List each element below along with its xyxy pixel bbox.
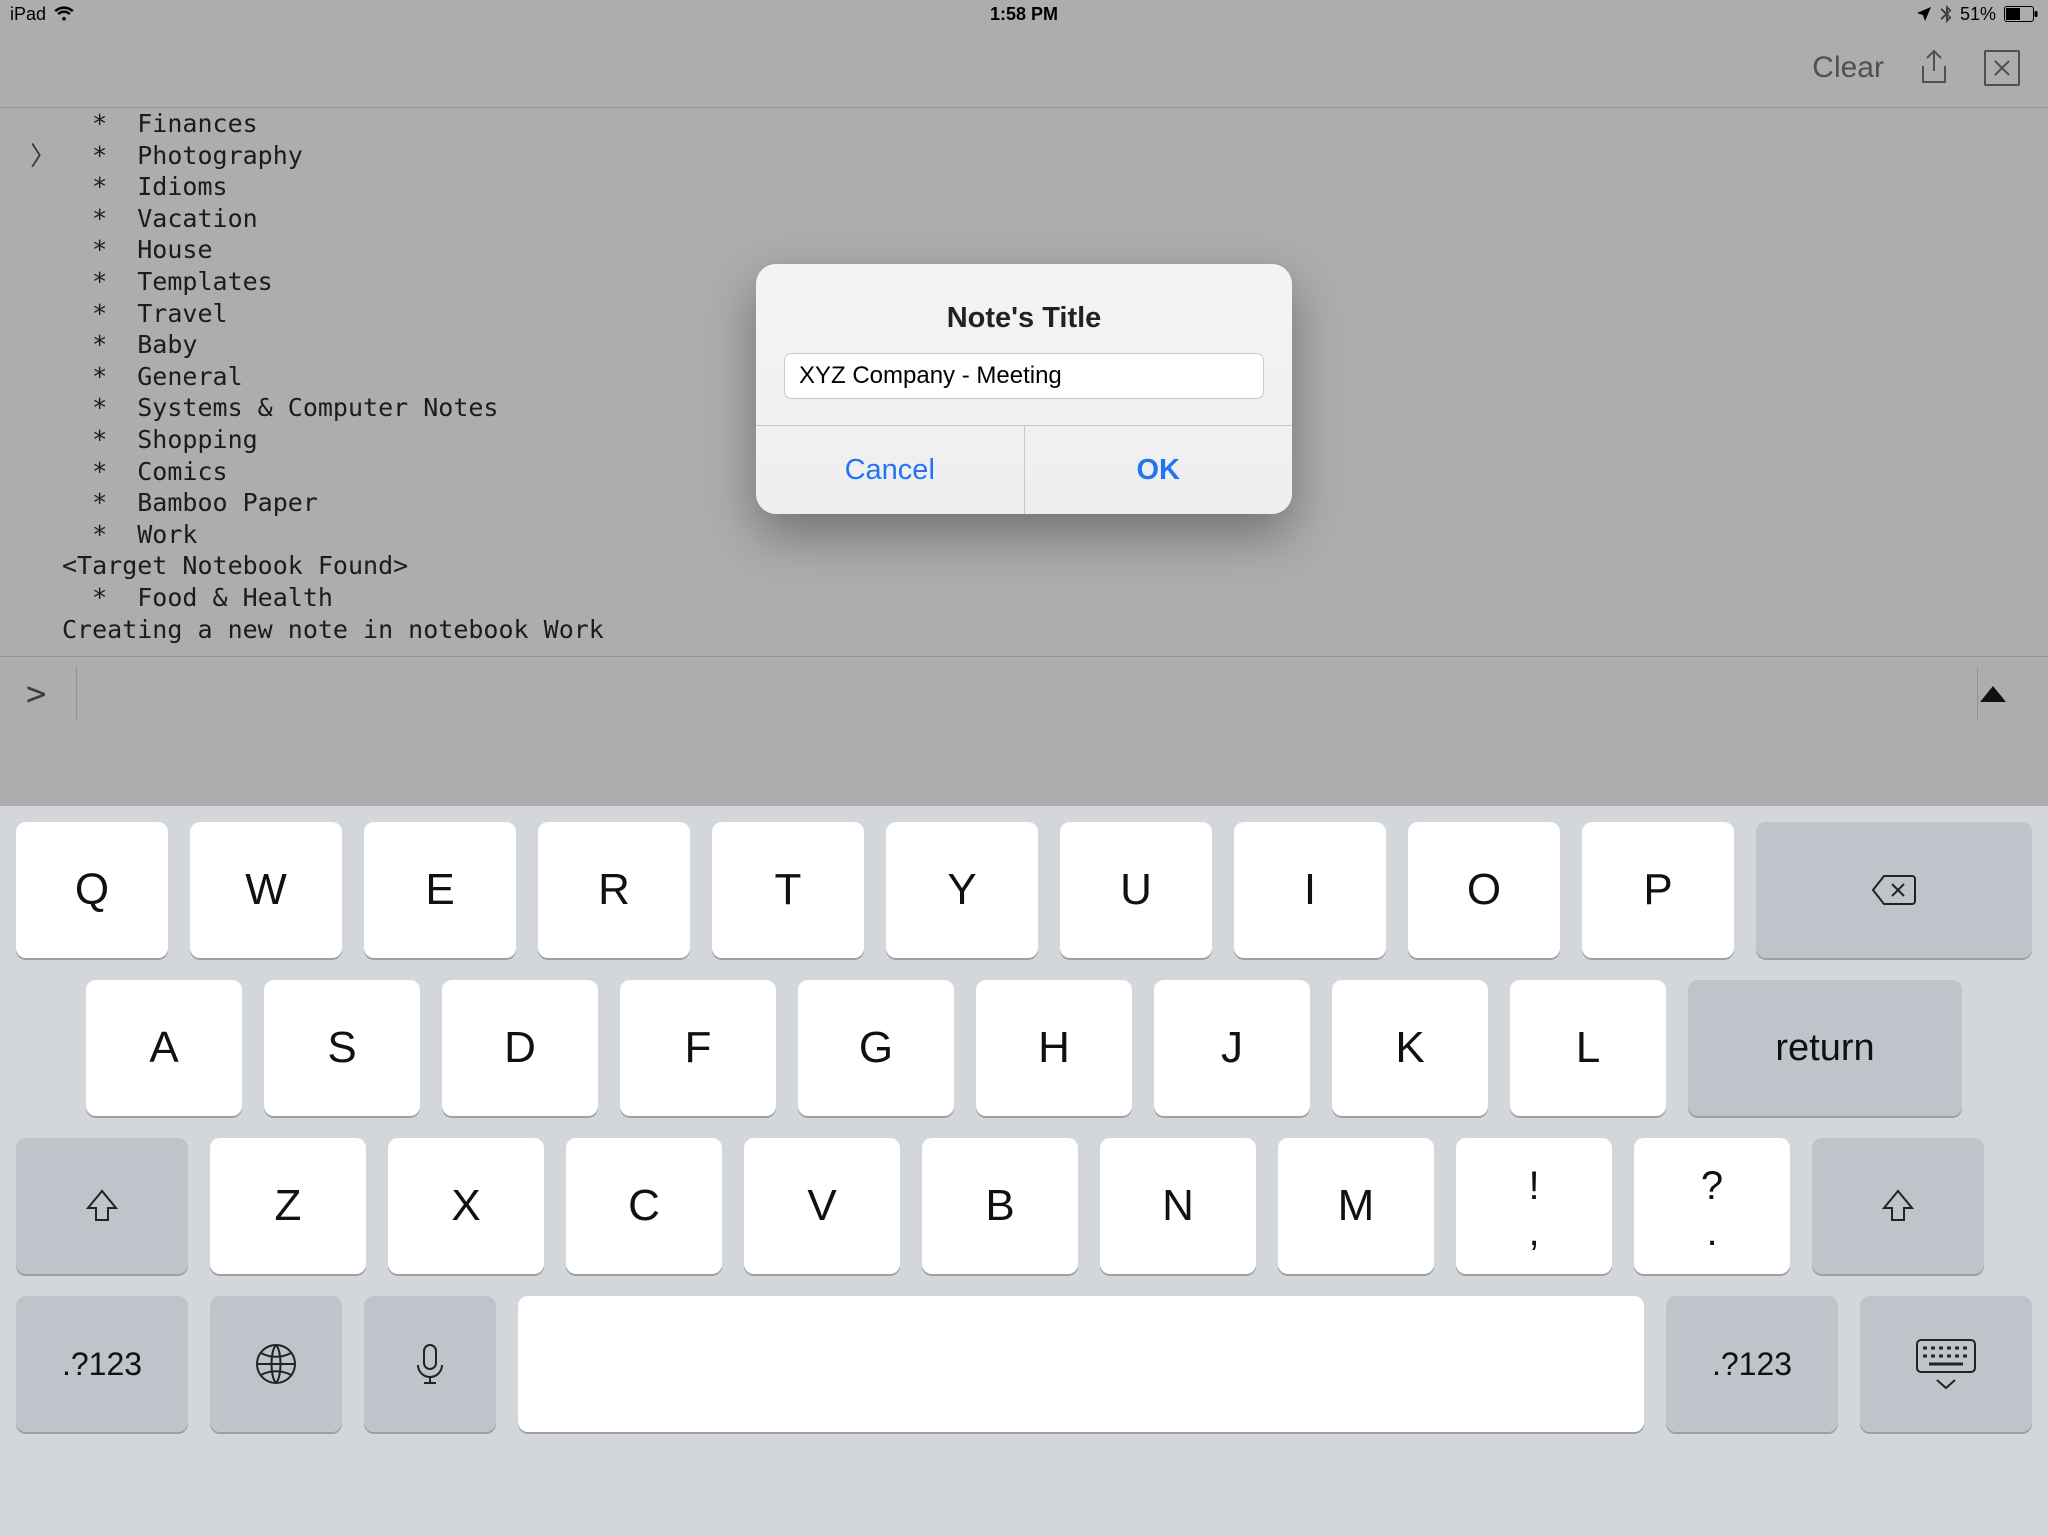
key-j[interactable]: J	[1154, 980, 1310, 1116]
key-z[interactable]: Z	[210, 1138, 366, 1274]
key-s[interactable]: S	[264, 980, 420, 1116]
key-h[interactable]: H	[976, 980, 1132, 1116]
key-b[interactable]: B	[922, 1138, 1078, 1274]
key-shift-left[interactable]	[16, 1138, 188, 1274]
key-u[interactable]: U	[1060, 822, 1212, 958]
key-t[interactable]: T	[712, 822, 864, 958]
key-dismiss-keyboard[interactable]	[1860, 1296, 2032, 1432]
dialog-title: Note's Title	[756, 264, 1292, 353]
key-r[interactable]: R	[538, 822, 690, 958]
key-q[interactable]: Q	[16, 822, 168, 958]
key-m[interactable]: M	[1278, 1138, 1434, 1274]
key-f[interactable]: F	[620, 980, 776, 1116]
key-label-bot: ,	[1528, 1212, 1539, 1252]
key-g[interactable]: G	[798, 980, 954, 1116]
key-dictation[interactable]	[364, 1296, 496, 1432]
key-label-top: !	[1528, 1166, 1539, 1206]
key-label-top: ?	[1701, 1166, 1723, 1206]
ok-button[interactable]: OK	[1024, 426, 1293, 514]
key-label-bot: .	[1706, 1212, 1717, 1252]
key-d[interactable]: D	[442, 980, 598, 1116]
cancel-button[interactable]: Cancel	[756, 426, 1024, 514]
key-x[interactable]: X	[388, 1138, 544, 1274]
key-backspace[interactable]	[1756, 822, 2032, 958]
key-k[interactable]: K	[1332, 980, 1488, 1116]
key-c[interactable]: C	[566, 1138, 722, 1274]
key-w[interactable]: W	[190, 822, 342, 958]
key-i[interactable]: I	[1234, 822, 1386, 958]
key-v[interactable]: V	[744, 1138, 900, 1274]
key-return[interactable]: return	[1688, 980, 1962, 1116]
key-e[interactable]: E	[364, 822, 516, 958]
key-globe[interactable]	[210, 1296, 342, 1432]
onscreen-keyboard: Q W E R T Y U I O P A S D F G H J K L re…	[0, 806, 2048, 1536]
key-o[interactable]: O	[1408, 822, 1560, 958]
key-period[interactable]: ? .	[1634, 1138, 1790, 1274]
key-l[interactable]: L	[1510, 980, 1666, 1116]
key-space[interactable]	[518, 1296, 1644, 1432]
key-comma[interactable]: ! ,	[1456, 1138, 1612, 1274]
key-numbers-right[interactable]: .?123	[1666, 1296, 1838, 1432]
key-a[interactable]: A	[86, 980, 242, 1116]
note-title-input[interactable]	[784, 353, 1264, 399]
key-y[interactable]: Y	[886, 822, 1038, 958]
key-p[interactable]: P	[1582, 822, 1734, 958]
key-numbers[interactable]: .?123	[16, 1296, 188, 1432]
key-shift-right[interactable]	[1812, 1138, 1984, 1274]
note-title-dialog: Note's Title Cancel OK	[756, 264, 1292, 514]
key-n[interactable]: N	[1100, 1138, 1256, 1274]
